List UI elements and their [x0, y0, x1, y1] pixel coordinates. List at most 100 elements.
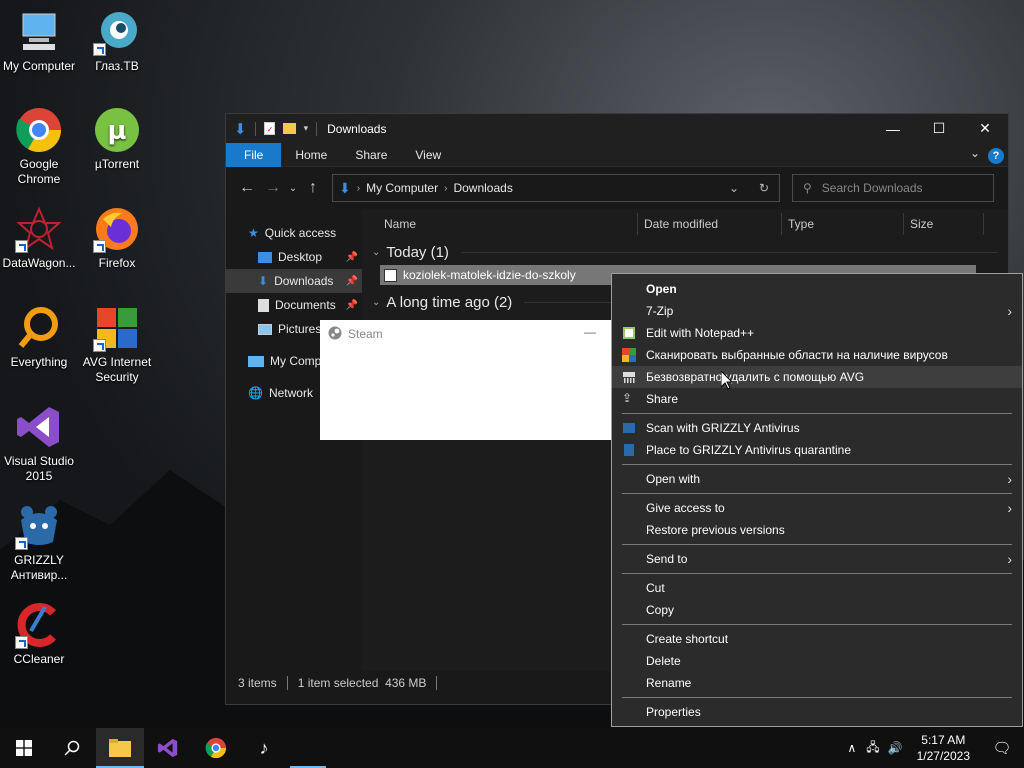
- desktop-icon-glaz-tv[interactable]: Глаз.ТВ: [78, 8, 156, 74]
- menu-item-restore-versions[interactable]: Restore previous versions: [612, 519, 1022, 541]
- clock[interactable]: 5:17 AM 1/27/2023: [907, 732, 980, 764]
- desktop-icon-label: Google Chrome: [17, 157, 61, 186]
- pin-icon: 📌: [345, 299, 358, 311]
- pictures-icon: [258, 323, 272, 335]
- steam-minimize-button[interactable]: —: [584, 325, 596, 339]
- menu-item-copy[interactable]: Copy: [612, 599, 1022, 621]
- nav-item-quick-access[interactable]: ★ Quick access: [226, 221, 362, 245]
- download-arrow-icon: ⬇: [234, 120, 247, 138]
- desktop-icon-visual-studio[interactable]: Visual Studio 2015: [0, 403, 78, 484]
- expand-ribbon-icon[interactable]: ⌄: [970, 146, 980, 160]
- search-button[interactable]: [48, 728, 96, 768]
- visual-studio-icon: [157, 738, 178, 758]
- desktop-icon-datawagon[interactable]: DataWagon...: [0, 205, 78, 271]
- menu-item-avg-scan[interactable]: Сканировать выбранные области на наличие…: [612, 344, 1022, 366]
- up-button[interactable]: ↑: [300, 179, 326, 197]
- nav-item-desktop[interactable]: Desktop 📌: [226, 245, 362, 269]
- video-file-icon: [384, 268, 397, 282]
- mouse-cursor-icon: [721, 371, 733, 390]
- refresh-icon[interactable]: ↻: [749, 181, 779, 195]
- taskbar-tiktok[interactable]: ♪: [240, 728, 288, 768]
- desktop-icon-label: Everything: [10, 355, 68, 369]
- help-icon[interactable]: ?: [988, 148, 1004, 164]
- menu-item-7zip[interactable]: 7-Zip ›: [612, 300, 1022, 322]
- breadcrumb-my-computer[interactable]: My Computer: [366, 181, 438, 195]
- taskbar-chrome[interactable]: [192, 728, 240, 768]
- close-button[interactable]: ✕: [962, 114, 1008, 143]
- minimize-button[interactable]: —: [870, 114, 916, 143]
- tab-home[interactable]: Home: [281, 143, 341, 167]
- back-button[interactable]: ←: [234, 179, 260, 197]
- volume-icon[interactable]: 🔊: [884, 741, 907, 755]
- desktop-icon-utorrent[interactable]: µ µTorrent: [78, 106, 156, 172]
- desktop-icon-label: Visual Studio 2015: [4, 454, 74, 483]
- menu-item-properties[interactable]: Properties: [612, 701, 1022, 723]
- desktop-icon-label: CCleaner: [13, 652, 65, 666]
- nav-item-downloads[interactable]: ⬇ Downloads 📌: [226, 269, 362, 293]
- menu-item-edit-notepad[interactable]: Edit with Notepad++: [612, 322, 1022, 344]
- search-icon: ⚲: [803, 181, 812, 195]
- menu-item-grizzly-quarantine[interactable]: Place to GRIZZLY Antivirus quarantine: [612, 439, 1022, 461]
- notifications-icon[interactable]: 🗨: [980, 739, 1024, 757]
- properties-icon[interactable]: ✓: [263, 122, 275, 135]
- taskbar-running-app[interactable]: [288, 728, 328, 768]
- menu-item-cut[interactable]: Cut: [612, 577, 1022, 599]
- nav-item-documents[interactable]: Documents 📌: [226, 293, 362, 317]
- steam-window[interactable]: Steam —: [320, 320, 612, 440]
- search-input[interactable]: ⚲ Search Downloads: [792, 174, 994, 202]
- status-selection: 1 item selected 436 MB: [297, 676, 427, 690]
- desktop-icon-avg[interactable]: AVG Internet Security: [78, 304, 156, 385]
- grizzly-icon: [15, 502, 63, 550]
- menu-item-open[interactable]: Open: [612, 278, 1022, 300]
- network-icon[interactable]: 🖧: [862, 738, 883, 759]
- desktop-icon-chrome[interactable]: Google Chrome: [0, 106, 78, 187]
- tab-view[interactable]: View: [401, 143, 455, 167]
- breadcrumb-downloads[interactable]: Downloads: [453, 181, 512, 195]
- recent-locations-button[interactable]: ⌄: [286, 183, 300, 194]
- column-type[interactable]: Type: [782, 212, 904, 235]
- column-size[interactable]: Size: [904, 212, 984, 235]
- tab-file[interactable]: File: [226, 142, 282, 167]
- window-title: Downloads: [327, 121, 387, 136]
- group-header-today[interactable]: ⌄ Today (1): [362, 239, 1008, 265]
- column-date-modified[interactable]: Date modified: [638, 212, 782, 235]
- desktop-icon-firefox[interactable]: Firefox: [78, 205, 156, 271]
- menu-item-send-to[interactable]: Send to ›: [612, 548, 1022, 570]
- address-bar[interactable]: ⬇ › My Computer › Downloads ⌄ ↻: [332, 174, 780, 202]
- column-name[interactable]: Name: [362, 212, 638, 235]
- computer-icon: [15, 8, 63, 56]
- start-button[interactable]: [0, 728, 48, 768]
- downloads-icon: ⬇: [339, 179, 351, 196]
- pin-icon: 📌: [345, 275, 358, 287]
- chevron-right-icon: ›: [1007, 500, 1012, 516]
- tray-overflow-icon[interactable]: ∧: [841, 741, 862, 755]
- address-dropdown-icon[interactable]: ⌄: [719, 181, 749, 195]
- menu-item-create-shortcut[interactable]: Create shortcut: [612, 628, 1022, 650]
- menu-item-grizzly-scan[interactable]: Scan with GRIZZLY Antivirus: [612, 417, 1022, 439]
- menu-item-rename[interactable]: Rename: [612, 672, 1022, 694]
- forward-button[interactable]: →: [260, 179, 286, 197]
- context-menu: Open 7-Zip › Edit with Notepad++ Сканиров…: [611, 273, 1023, 727]
- windows-logo-icon: [16, 740, 32, 756]
- network-icon: 🌐: [248, 386, 263, 400]
- ccleaner-icon: [15, 601, 63, 649]
- new-folder-icon[interactable]: [282, 123, 296, 134]
- menu-item-avg-shred[interactable]: Безвозвратно удалить с помощью AVG: [612, 366, 1022, 388]
- desktop-icon-label: µTorrent: [94, 157, 140, 171]
- menu-item-give-access[interactable]: Give access to ›: [612, 497, 1022, 519]
- chevron-down-icon[interactable]: ▾: [304, 123, 309, 134]
- desktop-icon-grizzly[interactable]: GRIZZLY Антивир...: [0, 502, 78, 583]
- desktop-icon-label: AVG Internet Security: [82, 355, 152, 384]
- desktop-icon-everything[interactable]: Everything: [0, 304, 78, 370]
- maximize-button[interactable]: ☐: [916, 114, 962, 143]
- taskbar-file-explorer[interactable]: [96, 728, 144, 768]
- taskbar-visual-studio[interactable]: [144, 728, 192, 768]
- star-icon: ★: [248, 226, 259, 240]
- desktop-icon-ccleaner[interactable]: CCleaner: [0, 601, 78, 667]
- desktop-icon-my-computer[interactable]: My Computer: [0, 8, 78, 74]
- tab-share[interactable]: Share: [341, 143, 401, 167]
- title-bar[interactable]: ⬇ ✓ ▾ Downloads — ☐ ✕: [226, 114, 1008, 143]
- menu-item-delete[interactable]: Delete: [612, 650, 1022, 672]
- menu-item-open-with[interactable]: Open with ›: [612, 468, 1022, 490]
- menu-item-share[interactable]: ⇪ Share: [612, 388, 1022, 410]
